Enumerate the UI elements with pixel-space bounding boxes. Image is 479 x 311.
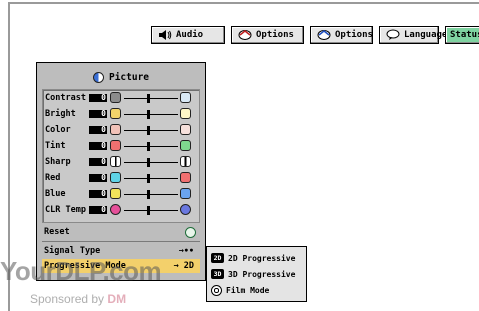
slider-knob[interactable] (147, 190, 150, 199)
tab-status[interactable]: Status (445, 26, 479, 44)
adjust-row-red[interactable]: Red 0 (43, 171, 199, 185)
reset-button[interactable]: Reset (42, 225, 200, 240)
adjust-value: 0 (89, 173, 107, 182)
tab-options-1[interactable]: Options (231, 26, 304, 44)
blue-icon (180, 188, 191, 199)
signal-type-value: →∙∙ (178, 246, 194, 256)
panel-title-text: Picture (108, 71, 150, 83)
sponsor-prefix: Sponsored by (30, 292, 105, 306)
adjust-value: 0 (89, 109, 107, 118)
option-label: 3D Progressive (228, 269, 296, 279)
adjust-value: 0 (89, 93, 107, 102)
watermark-sponsor: Sponsored by DM (30, 292, 126, 306)
option-2d-progressive[interactable]: 2D 2D Progressive (211, 250, 302, 266)
slider-track[interactable] (124, 194, 178, 195)
cyan-icon (110, 172, 121, 183)
color-high-icon (180, 124, 191, 135)
tab-label: Status (450, 30, 479, 40)
adjust-value: 0 (89, 125, 107, 134)
slider-knob[interactable] (147, 126, 150, 135)
contrast-high-icon (180, 92, 191, 103)
film-reel-icon (211, 284, 222, 296)
slider-track[interactable] (124, 162, 178, 163)
slider-knob[interactable] (147, 206, 150, 215)
adjust-row-tint[interactable]: Tint 0 (43, 139, 199, 153)
adjust-label: Red (45, 173, 61, 183)
clr-temp-warm-icon (110, 204, 121, 215)
adjust-row-bright[interactable]: Bright 0 (43, 107, 199, 121)
contrast-low-icon (110, 92, 121, 103)
progressive-mode-submenu: 2D 2D Progressive 3D 3D Progressive Film… (206, 246, 307, 302)
2d-badge-icon: 2D (211, 253, 224, 263)
adjust-label: Sharp (45, 157, 71, 167)
sharp-low-icon (110, 156, 121, 167)
tab-label: Audio (176, 30, 204, 40)
slider-track[interactable] (124, 130, 178, 131)
adjust-row-sharp[interactable]: Sharp 0 (43, 155, 199, 169)
adjust-row-clr-temp[interactable]: CLR Temp 0 (43, 203, 199, 217)
adjust-row-color[interactable]: Color 0 (43, 123, 199, 137)
sharp-high-icon (180, 156, 191, 167)
slider-knob[interactable] (147, 142, 150, 151)
slider-track[interactable] (124, 98, 178, 99)
tab-label: Language (404, 30, 448, 40)
tint-red-icon (110, 140, 121, 151)
tab-audio[interactable]: Audio (151, 26, 225, 44)
tab-language[interactable]: Language (379, 26, 447, 44)
slider-knob[interactable] (147, 110, 150, 119)
adjustment-list: Contrast 0 Bright 0 Color 0 Tint 0 Sharp… (42, 89, 200, 223)
option-film-mode[interactable]: Film Mode (211, 282, 302, 298)
adjust-row-blue[interactable]: Blue 0 (43, 187, 199, 201)
divider (42, 241, 200, 242)
red-icon (180, 172, 191, 183)
option-label: 2D Progressive (228, 253, 296, 263)
adjust-label: Tint (45, 141, 66, 151)
color-low-icon (110, 124, 121, 135)
tab-label: Options (256, 30, 294, 40)
sun-dim-icon (110, 108, 121, 119)
speech-bubble-icon (386, 29, 400, 40)
slider-track[interactable] (124, 210, 178, 211)
reset-icon (185, 227, 196, 238)
picture-icon (92, 71, 104, 83)
watermark-brand: YourDLP.com (0, 256, 162, 286)
adjust-label: CLR Temp (45, 205, 86, 215)
progressive-mode-value: → 2D (173, 261, 194, 271)
sun-bright-icon (180, 108, 191, 119)
adjust-value: 0 (89, 141, 107, 150)
option-3d-progressive[interactable]: 3D 3D Progressive (211, 266, 302, 282)
panel-title: Picture (37, 70, 205, 84)
tab-options-2[interactable]: Options (310, 26, 373, 44)
adjust-label: Contrast (45, 93, 86, 103)
adjust-row-contrast[interactable]: Contrast 0 (43, 91, 199, 105)
speaker-icon (159, 30, 172, 40)
screen-frame-top (8, 2, 479, 8)
slider-knob[interactable] (147, 158, 150, 167)
slider-track[interactable] (124, 178, 178, 179)
picture-menu-panel: Picture Contrast 0 Bright 0 Color 0 Tint… (36, 62, 206, 281)
yellow-icon (110, 188, 121, 199)
adjust-value: 0 (89, 205, 107, 214)
tint-green-icon (180, 140, 191, 151)
clr-temp-cool-icon (180, 204, 191, 215)
slider-track[interactable] (124, 114, 178, 115)
slider-track[interactable] (124, 146, 178, 147)
sponsor-name: DM (107, 292, 127, 306)
3d-badge-icon: 3D (211, 269, 224, 279)
reset-label: Reset (44, 227, 70, 237)
adjust-label: Blue (45, 189, 66, 199)
option-label: Film Mode (226, 285, 270, 295)
options-icon (317, 30, 331, 40)
tab-label: Options (335, 30, 373, 40)
adjust-value: 0 (89, 157, 107, 166)
slider-knob[interactable] (147, 94, 150, 103)
adjust-value: 0 (89, 189, 107, 198)
adjust-label: Color (45, 125, 71, 135)
adjust-label: Bright (45, 109, 76, 119)
options-icon (238, 30, 252, 40)
slider-knob[interactable] (147, 174, 150, 183)
